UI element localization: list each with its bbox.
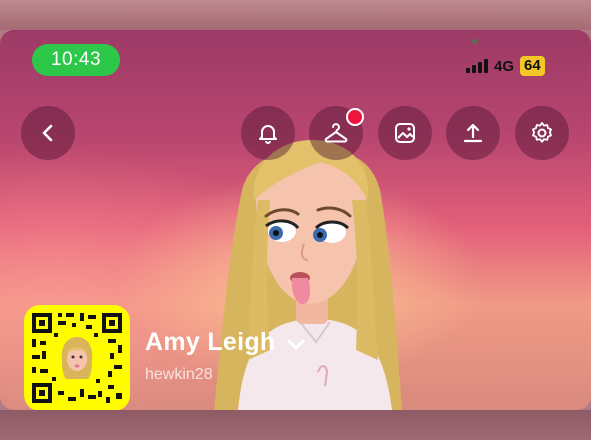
username: hewkin28 bbox=[145, 366, 213, 383]
snapcode[interactable] bbox=[24, 305, 130, 410]
chevron-left-icon bbox=[42, 124, 53, 142]
back-button[interactable] bbox=[21, 106, 75, 160]
wallpaper-button[interactable] bbox=[378, 106, 432, 160]
image-icon bbox=[395, 123, 415, 143]
share-button[interactable] bbox=[446, 106, 500, 160]
top-background-strip bbox=[0, 0, 591, 30]
bottom-background-strip bbox=[0, 410, 591, 440]
snapcode-pattern bbox=[32, 313, 122, 403]
profile-screen: 10:43 4G 64 Amy Leigh hewkin28 bbox=[0, 30, 591, 410]
gear-icon bbox=[532, 122, 552, 143]
display-name[interactable]: Amy Leigh bbox=[145, 328, 276, 357]
hanger-icon bbox=[324, 123, 348, 143]
chevron-down-icon[interactable] bbox=[286, 337, 306, 353]
settings-button[interactable] bbox=[515, 106, 569, 160]
notification-badge bbox=[346, 108, 364, 126]
notifications-button[interactable] bbox=[241, 106, 295, 160]
upload-icon bbox=[463, 123, 483, 143]
bell-icon bbox=[259, 125, 277, 144]
